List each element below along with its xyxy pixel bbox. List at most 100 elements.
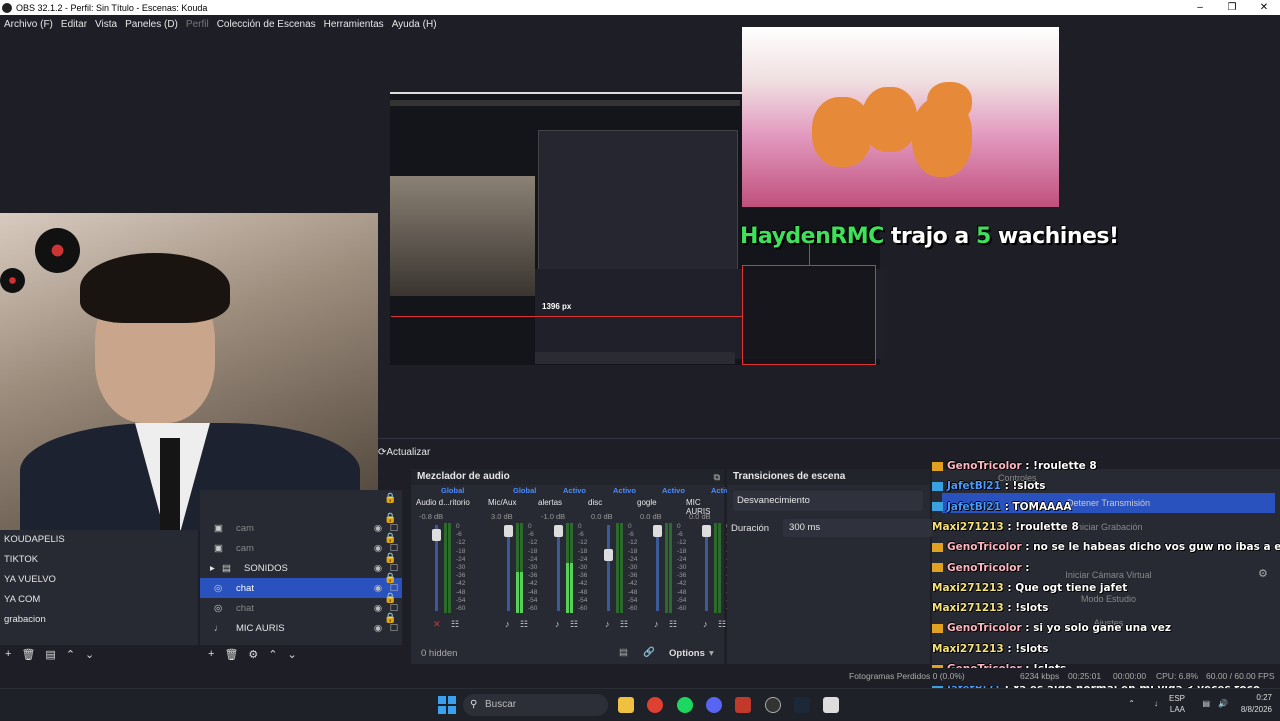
gear-icon[interactable]: ⚙ xyxy=(248,648,258,661)
volume-slider[interactable] xyxy=(656,525,659,611)
taskbar-search[interactable]: ⚲ Buscar xyxy=(463,694,608,716)
lock-icon[interactable]: 🔒 xyxy=(384,513,396,524)
volume-slider[interactable] xyxy=(557,525,560,611)
monitor-icon[interactable]: ☷ xyxy=(667,619,677,629)
obs-icon[interactable] xyxy=(765,697,781,713)
selected-chat-source-bounds[interactable] xyxy=(391,244,876,365)
spotify-icon[interactable] xyxy=(677,697,693,713)
maximize-icon[interactable]: ❐ xyxy=(1216,0,1248,15)
menu-item[interactable]: Paneles (D) xyxy=(121,19,182,30)
down-arrow-icon[interactable]: ⌄ xyxy=(288,648,297,661)
muted-speaker-icon[interactable]: ✕ xyxy=(433,619,441,629)
duration-input[interactable]: 300 ms xyxy=(783,519,934,537)
app-icon[interactable] xyxy=(735,697,751,713)
lock-icon[interactable]: 🔒 xyxy=(384,533,396,544)
volume-slider-handle[interactable] xyxy=(554,525,563,537)
game-capture-source[interactable] xyxy=(742,27,1059,207)
preview-divider xyxy=(378,438,1280,439)
chrome-icon[interactable] xyxy=(647,697,663,713)
chevron-up-icon[interactable]: ⌃ xyxy=(1128,699,1135,708)
scene-item[interactable]: grabacion xyxy=(0,610,198,630)
link-icon[interactable]: 🔗 xyxy=(643,647,655,658)
menu-item[interactable]: Vista xyxy=(91,19,121,30)
channel-name[interactable]: gogle xyxy=(637,498,657,507)
scene-item[interactable]: YA VUELVO xyxy=(0,570,198,590)
down-arrow-icon[interactable]: ⌄ xyxy=(85,648,94,661)
source-item[interactable]: ◎ chat ◉ ☐ xyxy=(200,598,402,618)
speaker-icon[interactable]: ♪ xyxy=(605,619,610,629)
refresh-button[interactable]: Actualizar xyxy=(386,447,430,458)
volume-slider-handle[interactable] xyxy=(653,525,662,537)
volume-slider[interactable] xyxy=(705,525,708,611)
lang-label[interactable]: ESP xyxy=(1169,694,1185,703)
monitor-icon[interactable]: ☷ xyxy=(618,619,628,629)
add-icon[interactable]: + xyxy=(208,648,214,660)
scene-item[interactable]: KOUDAPELIS xyxy=(0,530,198,550)
trash-icon[interactable]: 🗑 xyxy=(224,648,238,661)
webcam-source[interactable] xyxy=(0,213,378,530)
speaker-icon[interactable]: ♪ xyxy=(654,619,659,629)
menu-item[interactable]: Ayuda (H) xyxy=(388,19,441,30)
menu-item[interactable]: Herramientas xyxy=(320,19,388,30)
channel-name[interactable]: disc xyxy=(588,498,602,507)
channel-name[interactable]: Mic/Aux xyxy=(488,498,516,507)
file-explorer-icon[interactable] xyxy=(618,697,634,713)
volume-slider[interactable] xyxy=(507,525,510,611)
source-item[interactable]: ▣ cam ◉ ☐ xyxy=(200,518,402,538)
download-icon[interactable]: ↓ xyxy=(1154,699,1158,708)
filter-icon[interactable]: ▤ xyxy=(45,648,55,661)
monitor-icon[interactable]: ☷ xyxy=(568,619,578,629)
monitor-icon[interactable]: ☷ xyxy=(716,619,726,629)
menu-item[interactable]: Editar xyxy=(57,19,91,30)
source-item[interactable]: ♩ MIC AURIS ◉ ☐ xyxy=(200,618,402,638)
monitor-icon[interactable]: ☷ xyxy=(518,619,528,629)
lock-icon[interactable]: 🔒 xyxy=(384,613,396,624)
transition-select[interactable]: Desvanecimiento xyxy=(733,491,923,511)
up-arrow-icon[interactable]: ⌃ xyxy=(66,648,75,661)
speaker-icon[interactable]: ♪ xyxy=(505,619,510,629)
volume-slider-handle[interactable] xyxy=(432,529,441,541)
lock-icon[interactable]: 🔒 xyxy=(384,593,396,604)
volume-slider-handle[interactable] xyxy=(702,525,711,537)
source-item[interactable]: ▣ cam ◉ ☐ xyxy=(200,538,402,558)
discord-icon[interactable] xyxy=(706,697,722,713)
network-icon[interactable]: ▤ xyxy=(1202,699,1210,708)
speaker-icon[interactable]: ♪ xyxy=(555,619,560,629)
volume-slider[interactable] xyxy=(607,525,610,611)
windows-start-icon[interactable] xyxy=(438,696,456,714)
trash-icon[interactable]: 🗑 xyxy=(21,648,35,661)
speaker-icon[interactable]: ♪ xyxy=(703,619,708,629)
monitor-icon[interactable]: ☷ xyxy=(449,619,459,629)
refresh-icon[interactable]: ⟳ xyxy=(378,447,386,458)
up-arrow-icon[interactable]: ⌃ xyxy=(268,648,277,661)
layout-icon[interactable]: ▤ xyxy=(619,647,628,658)
scene-item[interactable]: YA COM xyxy=(0,590,198,610)
lock-icon[interactable]: 🔒 xyxy=(384,573,396,584)
app-icon[interactable] xyxy=(823,697,839,713)
duration-row: Duración 300 ms xyxy=(731,519,934,537)
vip-badge-icon xyxy=(932,481,943,491)
close-icon[interactable]: ✕ xyxy=(1248,0,1280,15)
source-item[interactable]: ◎ chat ◉ ☐ xyxy=(200,578,402,598)
menu-item[interactable]: Colección de Escenas xyxy=(213,19,320,30)
volume-slider-handle[interactable] xyxy=(604,549,613,561)
source-item[interactable]: ▸ ▤ SONIDOS ◉ ☐ xyxy=(200,558,402,578)
chevron-down-icon[interactable]: ▾ xyxy=(709,648,714,659)
lock-icon[interactable]: 🔒 xyxy=(384,493,396,504)
volume-icon[interactable]: 🔊 xyxy=(1218,699,1228,708)
add-icon[interactable]: + xyxy=(5,648,11,660)
menu-item[interactable]: Perfil xyxy=(182,19,213,30)
channel-name[interactable]: Audio d...ritorio xyxy=(416,498,470,507)
clock-time[interactable]: 0:27 xyxy=(1256,693,1272,702)
volume-slider-handle[interactable] xyxy=(504,525,513,537)
steam-icon[interactable] xyxy=(794,697,810,713)
lock-icon[interactable]: 🔒 xyxy=(384,553,396,564)
channel-name[interactable]: alertas xyxy=(538,498,562,507)
popout-icon[interactable]: ⧉ xyxy=(714,469,720,485)
options-button[interactable]: Options xyxy=(669,648,705,659)
minimize-icon[interactable]: – xyxy=(1184,0,1216,15)
level-meter xyxy=(570,523,573,613)
chat-message: GenoTricolor : si yo solo gane una vez xyxy=(932,619,1171,639)
menu-item[interactable]: Archivo (F) xyxy=(0,19,57,30)
scene-item[interactable]: TIKTOK xyxy=(0,550,198,570)
